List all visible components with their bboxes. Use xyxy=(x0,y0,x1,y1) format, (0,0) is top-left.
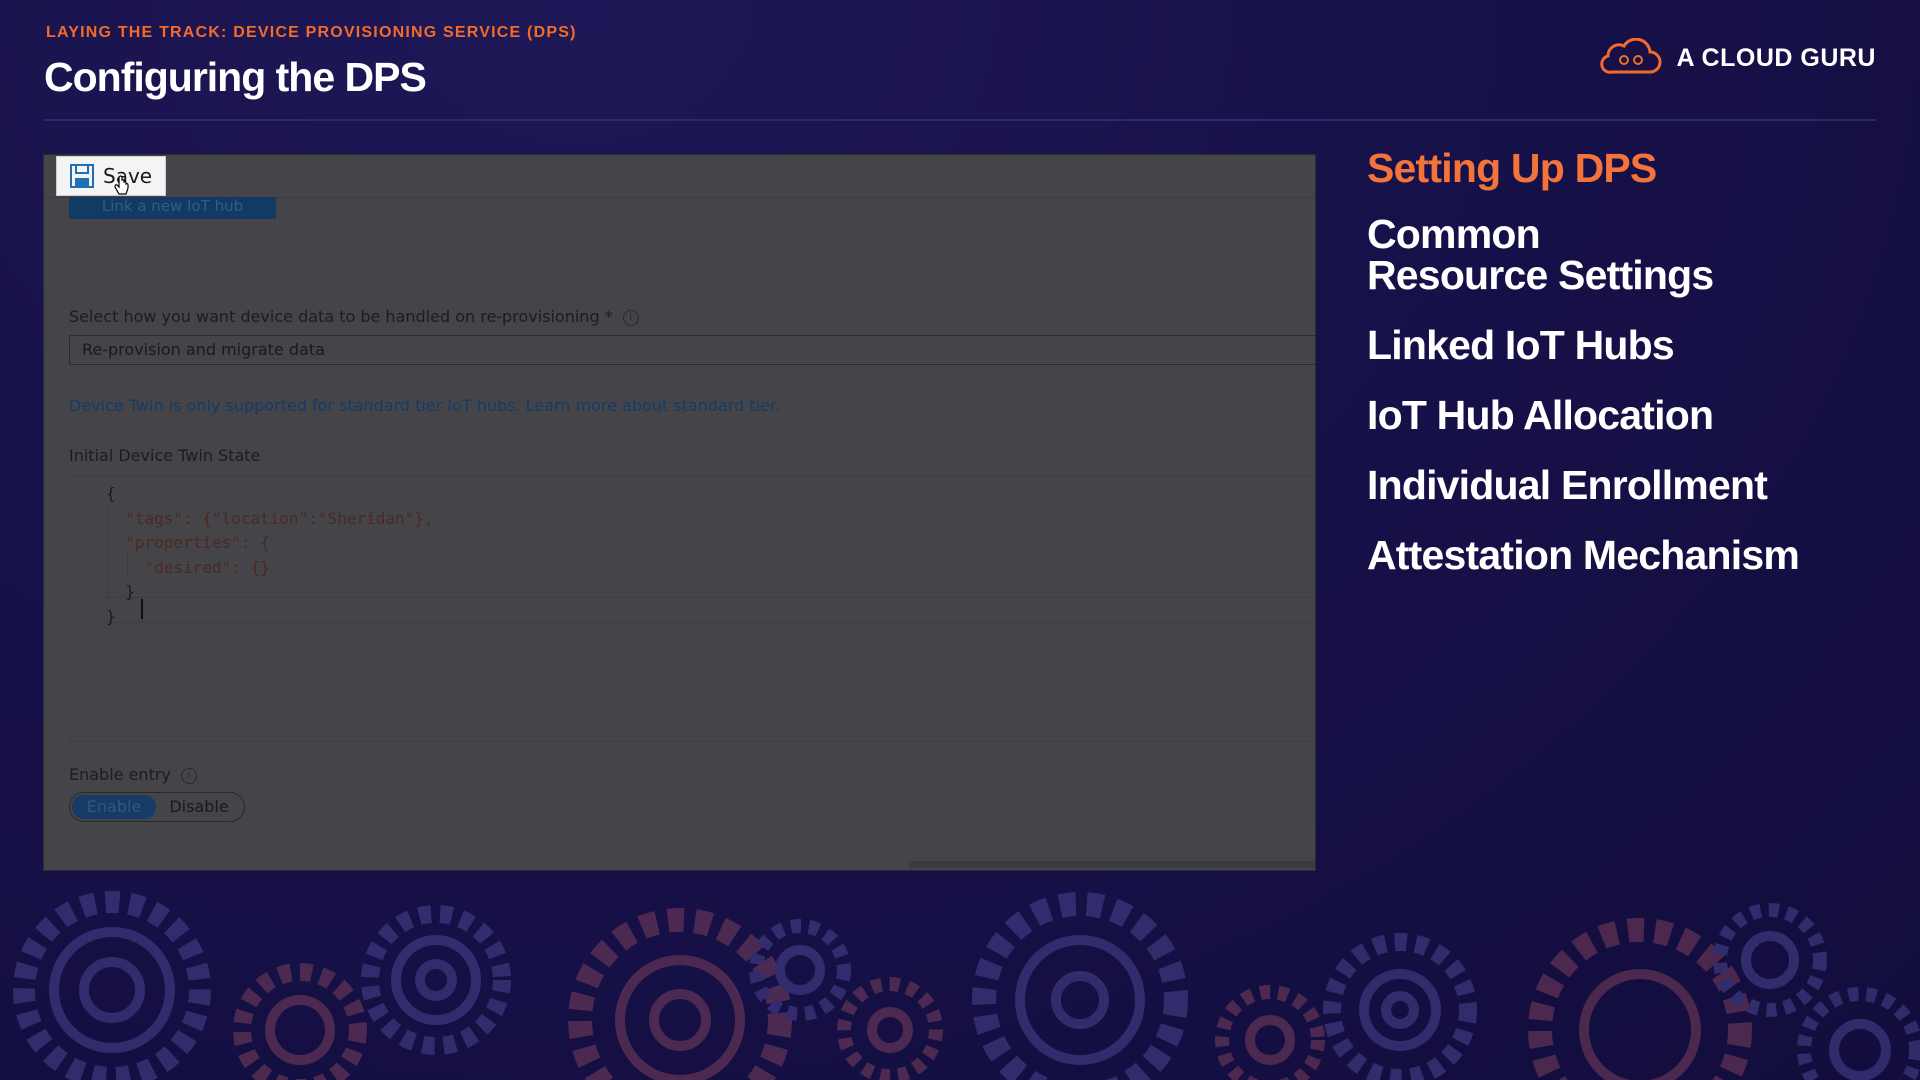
info-icon[interactable]: i xyxy=(180,767,197,784)
enable-entry-label-text: Enable entry xyxy=(69,765,171,784)
code-line: "desired": {} xyxy=(106,557,270,577)
reprovision-label: Select how you want device data to be ha… xyxy=(69,307,639,326)
code-line: "properties": { xyxy=(106,533,270,552)
twin-json-code: { "tags": {"location":"Sheridan"}, "prop… xyxy=(106,482,434,629)
agenda-item-common-resource-settings-text: Common Resource Settings xyxy=(1367,211,1714,298)
gear-icon xyxy=(837,977,943,1080)
enable-entry-label: Enable entry i xyxy=(69,765,197,784)
link-iot-hub-button[interactable]: Link a new IoT hub xyxy=(69,197,276,219)
gear-icon xyxy=(1528,918,1752,1080)
agenda-item-linked-iot-hubs: Linked IoT Hubs xyxy=(1367,322,1675,368)
gear-icon xyxy=(1713,903,1827,1017)
save-button[interactable]: Save xyxy=(56,156,166,196)
gear-icon xyxy=(1215,985,1325,1080)
gear-icon xyxy=(972,892,1188,1080)
portal-screenshot: Link a new IoT hub Save Select how you w… xyxy=(43,154,1316,871)
gear-icon xyxy=(568,908,792,1080)
agenda-item-individual-enrollment: Individual Enrollment xyxy=(1367,462,1768,508)
code-line: "tags": {"location":"Sheridan"}, xyxy=(106,508,434,528)
brand-logo: A CLOUD GURU xyxy=(1598,38,1876,78)
gear-icon xyxy=(361,905,511,1055)
slide-eyebrow: LAYING THE TRACK: DEVICE PROVISIONING SE… xyxy=(46,24,577,41)
reprovision-label-text: Select how you want device data to be ha… xyxy=(69,307,613,326)
brand-name: A CLOUD GURU xyxy=(1676,43,1876,72)
twin-state-editor[interactable]: { "tags": {"location":"Sheridan"}, "prop… xyxy=(69,475,1315,742)
gear-icon xyxy=(13,891,211,1080)
save-disk-icon xyxy=(70,164,94,188)
gear-icon xyxy=(1797,987,1920,1080)
hand-cursor-icon xyxy=(114,175,129,195)
agenda-item-common-resource-settings: Common Resource Settings xyxy=(1367,214,1887,296)
twin-state-label: Initial Device Twin State xyxy=(69,446,261,465)
code-line: } xyxy=(106,606,116,626)
reprovision-select[interactable]: Re-provision and migrate data xyxy=(69,335,1315,365)
header-divider xyxy=(44,119,1876,121)
gear-icon xyxy=(233,963,367,1080)
code-line: { xyxy=(106,484,116,503)
device-twin-notice-link[interactable]: Device Twin is only supported for standa… xyxy=(69,396,780,415)
code-line: } xyxy=(106,582,135,601)
disable-option[interactable]: Disable xyxy=(156,795,242,819)
cloud-logo-icon xyxy=(1600,38,1662,74)
agenda-item-attestation-mechanism: Attestation Mechanism xyxy=(1367,532,1800,578)
agenda-list: Setting Up DPS Common Resource Settings … xyxy=(1367,148,1887,605)
horizontal-scrollbar[interactable] xyxy=(909,861,1315,868)
slide-title: Configuring the DPS xyxy=(44,54,427,100)
gear-icon xyxy=(1323,933,1477,1080)
enable-entry-toggle[interactable]: Enable Disable xyxy=(69,792,245,822)
text-caret xyxy=(141,599,143,619)
decorative-gears xyxy=(13,891,1920,1080)
enable-option[interactable]: Enable xyxy=(72,795,156,819)
agenda-item-iot-hub-allocation: IoT Hub Allocation xyxy=(1367,392,1714,438)
agenda-item-setting-up-dps: Setting Up DPS xyxy=(1367,145,1657,191)
command-bar xyxy=(44,155,1315,198)
info-icon[interactable]: i xyxy=(622,309,639,326)
